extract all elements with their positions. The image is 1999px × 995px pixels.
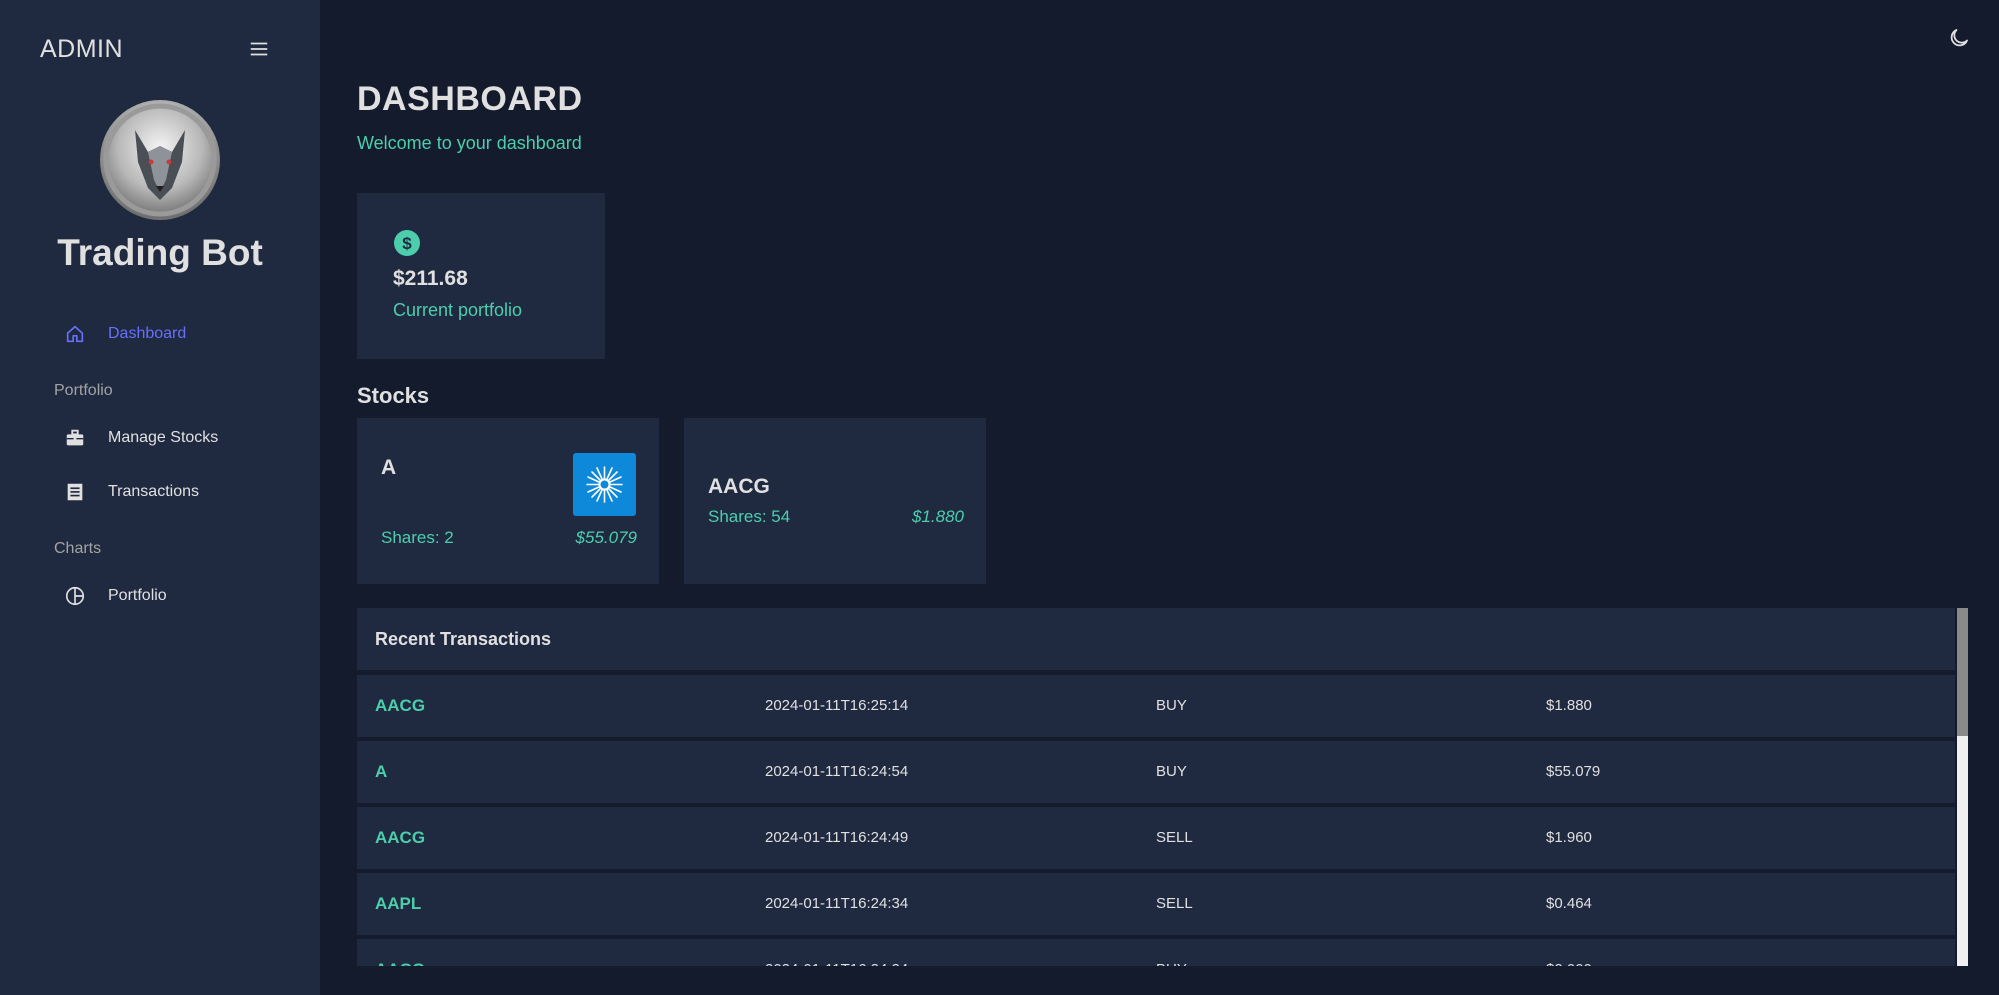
wolf-logo-icon xyxy=(103,103,217,217)
tx-symbol: AAPL xyxy=(375,894,422,913)
tx-type: SELL xyxy=(1156,895,1193,912)
sidebar-item-dashboard[interactable]: Dashboard xyxy=(64,319,186,349)
stock-symbol: A xyxy=(381,456,397,479)
portfolio-value: $211.68 xyxy=(393,267,468,290)
sidebar-item-transactions[interactable]: Transactions xyxy=(64,477,199,507)
portfolio-label: Current portfolio xyxy=(393,300,523,320)
avatar xyxy=(100,100,220,220)
table-row[interactable]: A 2024-01-11T16:24:54 BUY $55.079 xyxy=(357,741,1955,803)
page-title: DASHBOARD xyxy=(357,80,583,118)
moon-icon xyxy=(1950,29,1968,47)
recent-transactions-title: Recent Transactions xyxy=(357,608,1955,670)
table-row[interactable]: AACG 2024-01-11T16:24:49 SELL $1.960 xyxy=(357,807,1955,869)
section-label-portfolio: Portfolio xyxy=(54,382,113,399)
pie-chart-icon xyxy=(65,586,85,606)
sidebar-item-label: Manage Stocks xyxy=(108,429,219,446)
table-row[interactable]: AACG 2024-01-11T16:24:24 BUY $2.000 xyxy=(357,939,1955,966)
sidebar-item-portfolio[interactable]: Portfolio xyxy=(64,581,167,611)
tx-price: $2.000 xyxy=(1546,939,1592,966)
tx-symbol: AACG xyxy=(375,696,426,715)
stocks-heading: Stocks xyxy=(357,383,430,408)
tx-price: $0.464 xyxy=(1546,895,1592,912)
section-label-charts: Charts xyxy=(54,540,102,557)
tx-type: BUY xyxy=(1156,939,1187,966)
scrollbar-track[interactable] xyxy=(1957,608,1968,966)
tx-type: BUY xyxy=(1156,697,1187,714)
stock-shares: Shares: 54 xyxy=(708,507,791,526)
tx-date: 2024-01-11T16:25:14 xyxy=(765,697,909,714)
app-name: Trading Bot xyxy=(57,232,263,273)
tx-price: $1.960 xyxy=(1546,829,1592,846)
stock-card[interactable]: AACG Shares: 54 $1.880 xyxy=(684,418,986,584)
dark-mode-toggle[interactable] xyxy=(1947,26,1971,50)
sidebar-item-label: Transactions xyxy=(108,483,199,500)
page-subtitle: Welcome to your dashboard xyxy=(357,133,582,153)
dollar-icon: $ xyxy=(394,230,420,256)
table-row[interactable]: AACG 2024-01-11T16:25:14 BUY $1.880 xyxy=(357,675,1955,737)
tx-price: $1.880 xyxy=(1546,697,1592,714)
brand-label: ADMIN xyxy=(40,35,124,63)
tx-type: SELL xyxy=(1156,829,1193,846)
stock-price: $55.079 xyxy=(575,528,637,547)
sidebar-item-manage-stocks[interactable]: Manage Stocks xyxy=(64,423,218,453)
tx-date: 2024-01-11T16:24:24 xyxy=(765,939,908,966)
tx-symbol: AACG xyxy=(375,939,425,966)
recent-transactions-panel[interactable]: Recent Transactions AACG 2024-01-11T16:2… xyxy=(357,608,1968,966)
stock-symbol: AACG xyxy=(708,475,770,498)
tx-price: $55.079 xyxy=(1546,763,1601,780)
tx-symbol: AACG xyxy=(375,828,426,847)
stock-price: $1.880 xyxy=(912,507,964,526)
stock-card[interactable]: A Shares: 2 $55.079 xyxy=(357,418,659,584)
home-icon xyxy=(66,325,84,343)
portfolio-stat-card: $ $211.68 Current portfolio xyxy=(357,193,605,359)
starburst-icon xyxy=(586,466,623,503)
company-logo xyxy=(573,453,636,516)
sidebar-item-label: Dashboard xyxy=(108,325,187,342)
sidebar: ADMIN Trading Bot Dashboard Portfolio Ma… xyxy=(0,0,320,995)
tx-date: 2024-01-11T16:24:34 xyxy=(765,895,909,912)
svg-text:$: $ xyxy=(402,234,412,253)
receipt-icon xyxy=(67,483,83,501)
menu-icon[interactable] xyxy=(248,38,270,60)
table-row[interactable]: AAPL 2024-01-11T16:24:34 SELL $0.464 xyxy=(357,873,1955,935)
tx-date: 2024-01-11T16:24:54 xyxy=(765,763,909,780)
scrollbar-thumb[interactable] xyxy=(1957,608,1968,736)
sidebar-item-label: Portfolio xyxy=(108,587,167,604)
briefcase-icon xyxy=(66,429,84,446)
tx-date: 2024-01-11T16:24:49 xyxy=(765,829,909,846)
sidebar-header: ADMIN xyxy=(40,32,270,66)
tx-type: BUY xyxy=(1156,763,1187,780)
tx-symbol: A xyxy=(375,762,388,781)
stock-shares: Shares: 2 xyxy=(381,528,454,547)
